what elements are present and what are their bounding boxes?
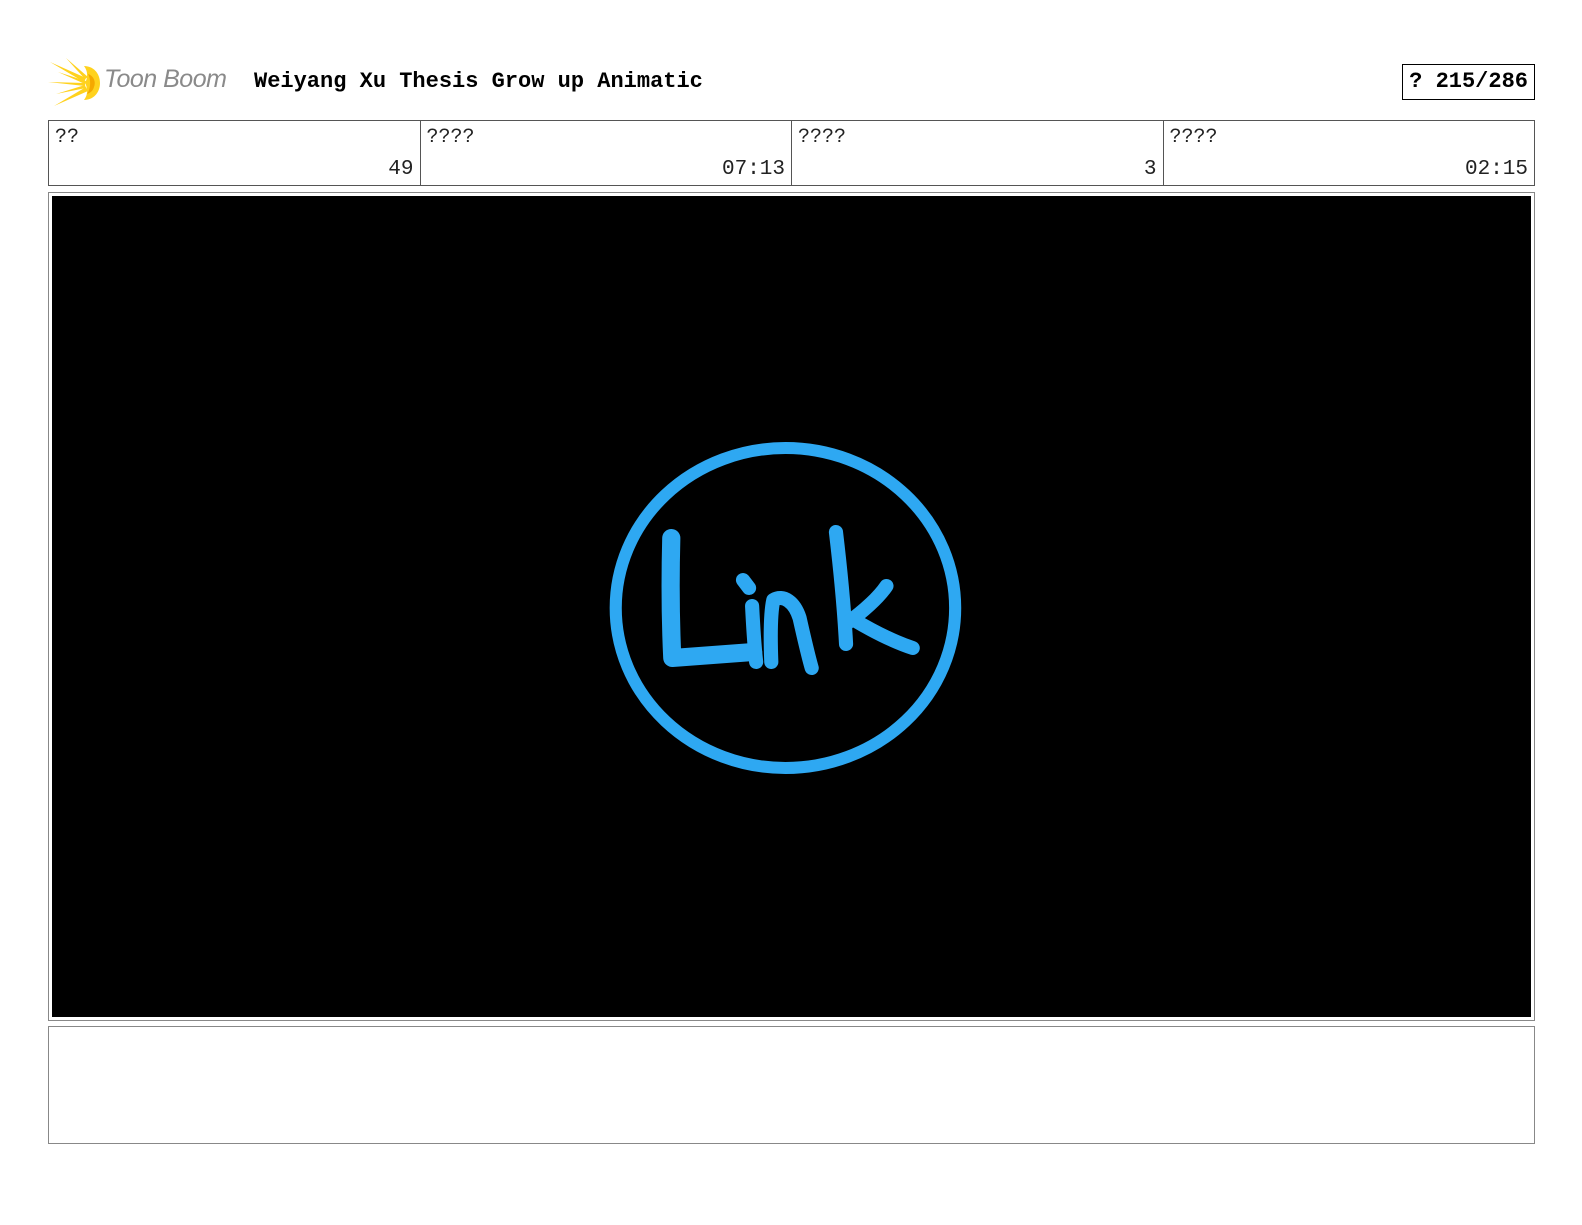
- logo-text: Toon Boom: [104, 65, 227, 93]
- letter-k-leg: [847, 613, 920, 655]
- page-counter: ? 215/286: [1402, 64, 1535, 100]
- info-label: ????: [426, 126, 475, 149]
- info-label: ????: [1169, 126, 1218, 149]
- info-value: 07:13: [721, 158, 785, 181]
- letter-i-dot: [735, 573, 757, 595]
- burst-icon: [48, 58, 100, 106]
- letter-n: [763, 591, 819, 675]
- info-cell-scene: ?? 49: [49, 121, 421, 185]
- info-value: 02:15: [1464, 158, 1528, 181]
- page-header: Toon Boom Weiyang Xu Thesis Grow up Anim…: [48, 56, 1535, 108]
- info-value: 49: [388, 158, 414, 181]
- info-label: ????: [798, 126, 847, 149]
- letter-i: [745, 599, 764, 669]
- info-label: ??: [55, 126, 80, 149]
- info-cell-panel: ???? 3: [792, 121, 1164, 185]
- panel-drawing: [52, 196, 1531, 1017]
- document-title: Weiyang Xu Thesis Grow up Animatic: [254, 69, 703, 94]
- storyboard-panel: [48, 192, 1535, 1021]
- info-cell-scene-duration: ???? 07:13: [421, 121, 792, 185]
- letter-l: [661, 529, 763, 667]
- toon-boom-logo: Toon Boom: [48, 56, 240, 108]
- info-cell-panel-duration: ???? 02:15: [1164, 121, 1535, 185]
- link-circle-drawing: [609, 442, 962, 774]
- info-value: 3: [1143, 158, 1157, 181]
- info-row: ?? 49 ???? 07:13 ???? 3 ???? 02:15: [48, 120, 1535, 186]
- panel-notes: [48, 1026, 1535, 1144]
